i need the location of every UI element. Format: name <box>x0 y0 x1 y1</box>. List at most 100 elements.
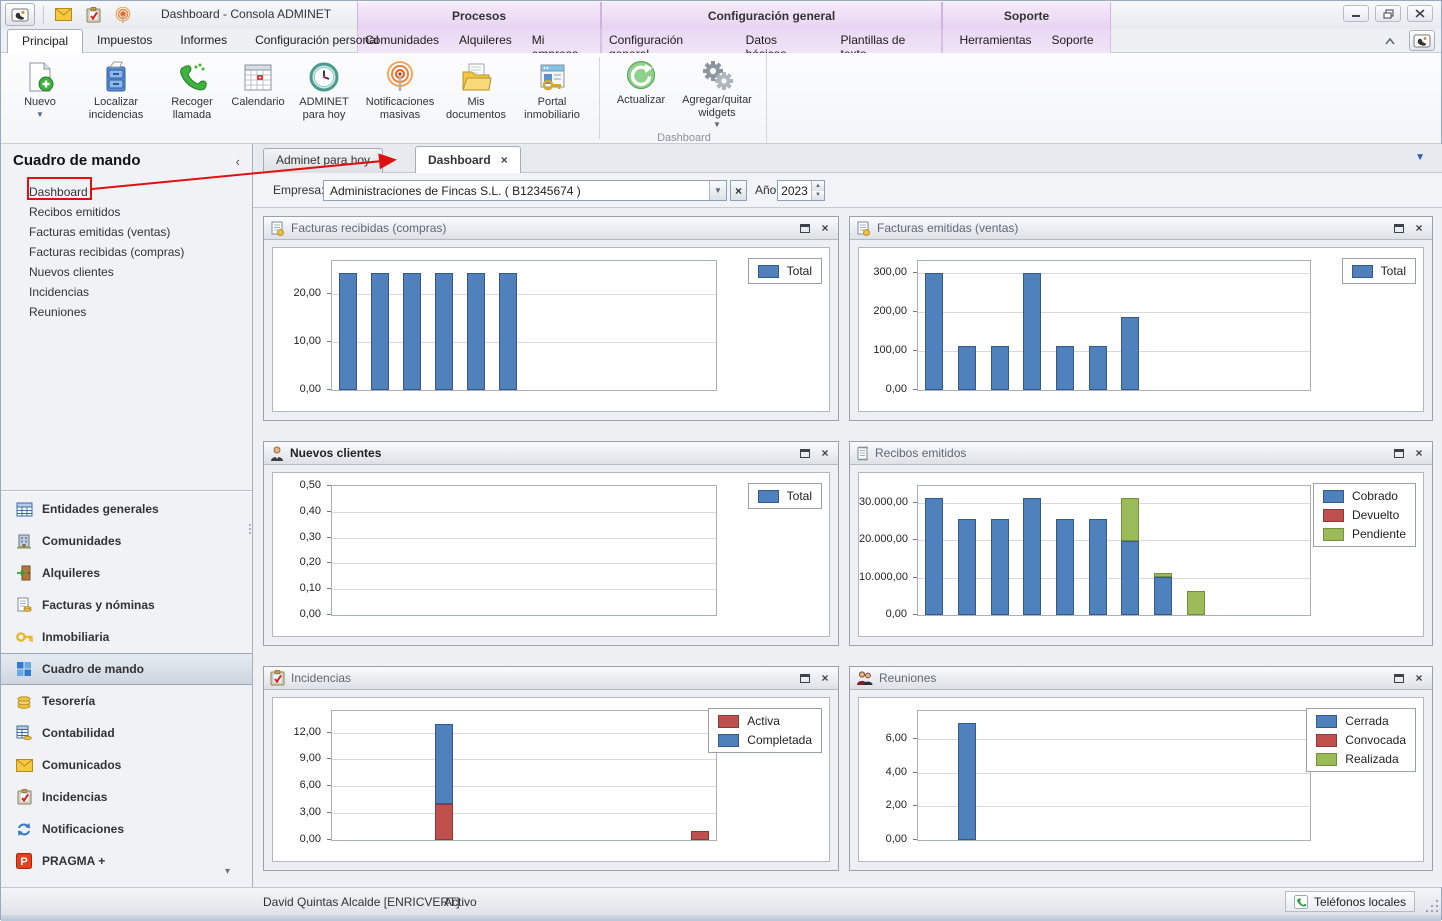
ribbon-button-label: Agregar/quitar widgets <box>676 94 758 119</box>
gridline <box>918 773 1310 774</box>
anio-spinner[interactable]: 2023 ▲▼ <box>777 180 825 201</box>
gears-icon <box>701 56 733 94</box>
sidebar-module-inmobiliaria[interactable]: Inmobiliaria <box>1 621 252 653</box>
envelope-icon[interactable] <box>52 5 74 25</box>
ribbon-tab-configuraci-n-general[interactable]: Configuración general <box>601 29 734 53</box>
panel-facturas-emitidas-ventas: Facturas emitidas (ventas)×0,00100,00200… <box>849 216 1433 421</box>
collapse-sidebar-icon[interactable]: ‹ <box>236 154 240 169</box>
bar-segment-blue <box>339 273 357 390</box>
sidebar-module-incidencias[interactable]: Incidencias <box>1 781 252 813</box>
ribbon-tab-mi-empresa[interactable]: Mi empresa <box>524 29 601 53</box>
ribbon-tab-alquileres[interactable]: Alquileres <box>451 29 520 53</box>
sidebar-item-nuevos-clientes[interactable]: Nuevos clientes <box>1 262 252 282</box>
panel-body: 0,003,006,009,0012,00ActivaCompletada <box>264 690 838 870</box>
envelope-icon <box>15 756 33 774</box>
sidebar-module-comunidades[interactable]: Comunidades <box>1 525 252 557</box>
coins-icon <box>15 692 33 710</box>
gridline <box>332 733 716 734</box>
close-button[interactable] <box>1407 5 1433 22</box>
bar-slot-5 <box>1089 519 1107 615</box>
sidebar-item-facturas-recibidas-compras-[interactable]: Facturas recibidas (compras) <box>1 242 252 262</box>
tab-close-icon[interactable]: × <box>501 153 508 167</box>
panel-maximize-button[interactable] <box>798 221 812 235</box>
bar-slot-5 <box>499 273 517 390</box>
sidebar-module-cuadro-de-mando[interactable]: Cuadro de mando <box>1 653 252 685</box>
ribbon-tab-informes[interactable]: Informes <box>166 29 241 53</box>
clipboard-check-icon[interactable] <box>82 5 104 25</box>
panel-maximize-button[interactable] <box>1392 221 1406 235</box>
empresa-dropdown-icon[interactable]: ▼ <box>709 181 726 200</box>
panel-close-button[interactable]: × <box>818 671 832 685</box>
tab-list-dropdown-icon[interactable]: ▼ <box>1415 152 1425 163</box>
ribbon-tab-impuestos[interactable]: Impuestos <box>83 29 166 53</box>
document-tab-dashboard[interactable]: Dashboard× <box>415 146 521 173</box>
ribbon-button-mis-documentos[interactable]: Mis documentos <box>443 55 509 143</box>
bar-segment-blue <box>371 273 389 390</box>
panel-title: Nuevos clientes <box>290 446 792 460</box>
resize-grip[interactable] <box>1426 900 1438 912</box>
sidebar-module-pragma-[interactable]: PPRAGMA + <box>1 845 252 877</box>
sidebar-module-entidades-generales[interactable]: Entidades generales <box>1 493 252 525</box>
empresa-clear-button[interactable]: × <box>730 180 747 201</box>
panel-maximize-button[interactable] <box>798 671 812 685</box>
bar-segment-blue <box>435 273 453 390</box>
sidebar-item-reuniones[interactable]: Reuniones <box>1 302 252 322</box>
sidebar-module-facturas-y-n-minas[interactable]: Facturas y nóminas <box>1 589 252 621</box>
ribbon-button-portal-inmobiliario[interactable]: Portal inmobiliario <box>509 55 595 143</box>
y-axis-tick-mark <box>913 502 917 503</box>
panel-close-button[interactable]: × <box>1412 446 1426 460</box>
ribbon-tab-datos-b-sicos[interactable]: Datos básicos <box>738 29 829 53</box>
minimize-button[interactable] <box>1343 5 1369 22</box>
bar-segment-blue <box>1023 498 1041 615</box>
sidebar-item-incidencias[interactable]: Incidencias <box>1 282 252 302</box>
legend-item: Total <box>758 489 812 503</box>
panel-maximize-button[interactable] <box>1392 446 1406 460</box>
sidebar-module-comunicados[interactable]: Comunicados <box>1 749 252 781</box>
ribbon-button-adminet-para-hoy[interactable]: ADMINET para hoy <box>291 55 357 143</box>
anio-up-icon[interactable]: ▲ <box>812 181 824 191</box>
sidebar-item-facturas-emitidas-ventas-[interactable]: Facturas emitidas (ventas) <box>1 222 252 242</box>
sidebar-module-contabilidad[interactable]: Contabilidad <box>1 717 252 749</box>
restore-button[interactable] <box>1375 5 1401 22</box>
ribbon-tab-plantillas-de-texto[interactable]: Plantillas de texto <box>833 29 942 53</box>
sidebar-module-notificaciones[interactable]: Notificaciones <box>1 813 252 845</box>
ribbon-button-notificaciones-masivas[interactable]: Notificaciones masivas <box>357 55 443 143</box>
ribbon-button-recoger-llamada[interactable]: Recoger llamada <box>159 55 225 143</box>
bar-slot-1 <box>958 519 976 615</box>
app-phone-icon[interactable] <box>5 3 35 26</box>
ribbon-button-localizar-incidencias[interactable]: Localizar incidencias <box>73 55 159 143</box>
ribbon-tab-herramientas[interactable]: Herramientas <box>951 29 1039 53</box>
ribbon-tab-comunidades[interactable]: Comunidades <box>357 29 447 53</box>
sidebar-overflow-icon[interactable]: ▾ <box>225 866 230 877</box>
sidebar-module-alquileres[interactable]: Alquileres <box>1 557 252 589</box>
ribbon-tab-soporte[interactable]: Soporte <box>1044 29 1102 53</box>
collapse-ribbon-icon[interactable] <box>1379 31 1401 51</box>
sidebar-module-tesorer-a[interactable]: Tesorería <box>1 685 252 717</box>
bar-slot-3 <box>435 273 453 390</box>
panel-close-button[interactable]: × <box>1412 221 1426 235</box>
panel-close-button[interactable]: × <box>818 221 832 235</box>
gridline <box>332 813 716 814</box>
legend-item: Pendiente <box>1323 527 1406 541</box>
panel-close-button[interactable]: × <box>818 446 832 460</box>
empresa-combobox[interactable]: Administraciones de Fincas S.L. ( B12345… <box>323 180 727 201</box>
module-label: Comunidades <box>42 534 121 548</box>
document-tab-adminet-para-hoy[interactable]: Adminet para hoy <box>263 148 383 173</box>
sidebar-splitter[interactable] <box>1 490 252 492</box>
sidebar-item-dashboard[interactable]: Dashboard <box>1 182 252 202</box>
panel-header: Nuevos clientes × <box>264 442 838 465</box>
ribbon-button-agregar-quitar-widgets[interactable]: Agregar/quitar widgets▼ <box>674 53 760 132</box>
ribbon-button-calendario[interactable]: Calendario <box>225 55 291 143</box>
sidebar-item-recibos-emitidos[interactable]: Recibos emitidos <box>1 202 252 222</box>
ribbon-button-nuevo[interactable]: Nuevo▼ <box>7 55 73 143</box>
bar-slot-8 <box>1187 591 1205 615</box>
app-phone-icon[interactable] <box>1409 30 1435 51</box>
anio-down-icon[interactable]: ▼ <box>812 191 824 201</box>
ribbon-button-actualizar[interactable]: Actualizar <box>608 53 674 132</box>
panel-close-button[interactable]: × <box>1412 671 1426 685</box>
panel-maximize-button[interactable] <box>798 446 812 460</box>
broadcast-icon[interactable] <box>112 5 134 25</box>
ribbon-tab-principal[interactable]: Principal <box>7 29 83 53</box>
telefonos-locales-button[interactable]: Teléfonos locales <box>1285 891 1415 912</box>
panel-maximize-button[interactable] <box>1392 671 1406 685</box>
